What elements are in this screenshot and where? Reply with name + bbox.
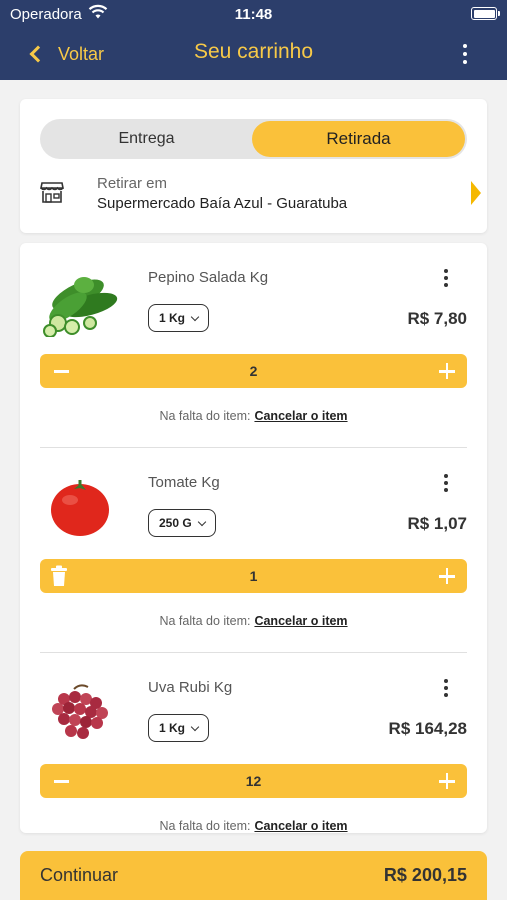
cucumber-image — [43, 277, 118, 337]
quantity-stepper: 12 — [40, 764, 467, 798]
item-price: R$ 1,07 — [407, 514, 467, 533]
unit-selector[interactable]: 250 G — [148, 509, 216, 537]
cart-item: Pepino Salada Kg 1 Kg R$ 7,80 2 Na falta… — [20, 243, 487, 448]
trash-icon[interactable] — [50, 565, 68, 587]
quantity-value: 1 — [249, 568, 258, 584]
store-icon — [40, 182, 64, 203]
decrease-quantity-button[interactable] — [52, 764, 72, 798]
shortage-option: Na falta do item: Cancelar o item — [20, 614, 487, 628]
nav-bar: Voltar Seu carrinho — [0, 28, 507, 80]
tab-entrega[interactable]: Entrega — [40, 119, 253, 159]
tab-retirada[interactable]: Retirada — [252, 121, 465, 157]
unit-value: 250 G — [159, 516, 192, 530]
status-bar: Operadora 11:48 — [0, 0, 507, 28]
item-more-icon[interactable] — [443, 474, 449, 492]
pickup-store-selector[interactable]: Retirar em Supermercado Baía Azul - Guar… — [40, 173, 481, 217]
continue-button[interactable]: Continuar R$ 200,15 — [20, 851, 487, 900]
item-more-icon[interactable] — [443, 269, 449, 287]
cart-item: Tomate Kg 250 G R$ 1,07 1 Na falta do it… — [20, 448, 487, 653]
more-options-icon[interactable] — [461, 44, 469, 64]
shortage-label: Na falta do item: — [159, 409, 251, 423]
decrease-quantity-button[interactable] — [52, 354, 72, 388]
tomato-image — [51, 480, 109, 536]
chevron-left-icon — [29, 45, 47, 63]
grapes-image — [52, 684, 108, 739]
item-name: Uva Rubi Kg — [148, 679, 233, 696]
item-price: R$ 164,28 — [388, 719, 467, 738]
increase-quantity-button[interactable] — [437, 354, 457, 388]
quantity-stepper: 1 — [40, 559, 467, 593]
shortage-option: Na falta do item: Cancelar o item — [20, 819, 487, 833]
item-more-icon[interactable] — [443, 679, 449, 697]
pickup-store-name: Supermercado Baía Azul - Guaratuba — [97, 195, 348, 212]
pickup-card: Entrega Retirada Retirar em Supermercado… — [20, 99, 487, 233]
cancel-item-link[interactable]: Cancelar o item — [254, 409, 347, 423]
quantity-stepper: 2 — [40, 354, 467, 388]
shortage-label: Na falta do item: — [159, 614, 251, 628]
cart-item: Uva Rubi Kg 1 Kg R$ 164,28 12 Na falta d… — [20, 653, 487, 833]
chevron-down-icon — [190, 312, 200, 321]
back-button[interactable]: Voltar — [26, 40, 104, 68]
continue-label: Continuar — [40, 865, 119, 885]
unit-value: 1 Kg — [159, 721, 186, 735]
cart-total: R$ 200,15 — [383, 865, 467, 885]
unit-selector[interactable]: 1 Kg — [148, 304, 210, 332]
increase-quantity-button[interactable] — [437, 559, 457, 593]
cart-items-list: Pepino Salada Kg 1 Kg R$ 7,80 2 Na falta… — [20, 243, 487, 833]
item-price: R$ 7,80 — [407, 309, 467, 328]
quantity-value: 12 — [245, 773, 262, 789]
increase-quantity-button[interactable] — [437, 764, 457, 798]
item-name: Pepino Salada Kg — [148, 269, 269, 286]
shortage-label: Na falta do item: — [159, 819, 251, 833]
pickup-label: Retirar em — [97, 175, 168, 192]
cancel-item-link[interactable]: Cancelar o item — [254, 614, 347, 628]
shortage-option: Na falta do item: Cancelar o item — [20, 409, 487, 423]
delivery-mode-toggle: Entrega Retirada — [40, 119, 467, 159]
back-label: Voltar — [58, 43, 105, 64]
chevron-down-icon — [197, 517, 206, 526]
status-time: 11:48 — [234, 6, 273, 23]
quantity-value: 2 — [249, 363, 258, 379]
unit-value: 1 Kg — [159, 311, 186, 325]
item-name: Tomate Kg — [148, 474, 220, 491]
chevron-right-icon — [471, 181, 481, 205]
cancel-item-link[interactable]: Cancelar o item — [254, 819, 347, 833]
chevron-down-icon — [190, 722, 200, 731]
battery-icon — [471, 7, 500, 20]
unit-selector[interactable]: 1 Kg — [148, 714, 210, 742]
